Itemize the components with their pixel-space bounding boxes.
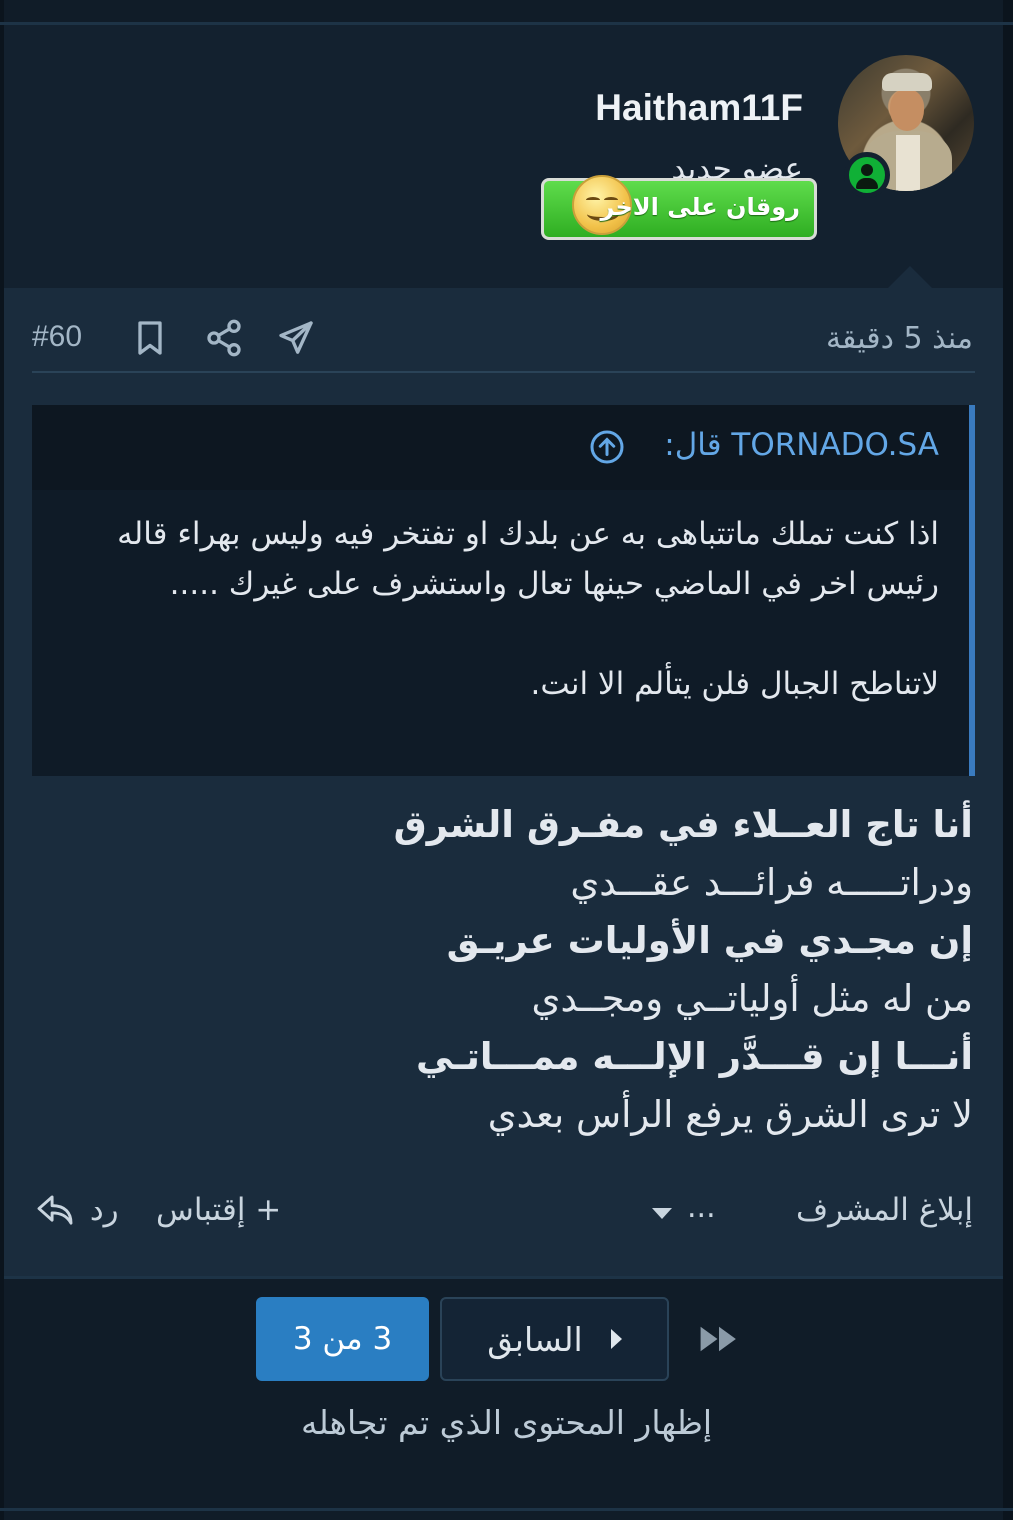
post-body: أنا تاج العــلاء في مفـرق الشرق ودراتـــ… xyxy=(34,796,973,1144)
post: منذ 5 دقيقة #60 TORNADO.SA قال: اذا كنت … xyxy=(4,288,1003,1278)
avatar-figure-shirt xyxy=(896,135,920,191)
jump-to-quote-icon[interactable] xyxy=(589,429,625,465)
post-header-divider xyxy=(32,371,975,373)
poem-line: أنا تاج العــلاء في مفـرق الشرق xyxy=(393,803,973,846)
previous-page-label: السابق xyxy=(487,1319,583,1359)
poem-line: ودراتـــــه فرائـــد عقـــدي xyxy=(570,861,973,904)
page-edge-right xyxy=(1003,0,1013,1520)
poem-line: أنـــا إن قـــدَّر الإلـــه ممـــاتـي xyxy=(415,1035,973,1078)
first-page-icon[interactable] xyxy=(696,1322,742,1356)
quoted-message: TORNADO.SA قال: اذا كنت تملك ماتتباهى به… xyxy=(32,405,975,776)
quote-paragraph: اذا كنت تملك ماتتباهى به عن بلدك او تفتخ… xyxy=(117,516,939,602)
poem-line: لا ترى الشرق يرفع الرأس بعدي xyxy=(487,1093,973,1136)
poem-line: من له مثل أولياتــي ومجــدي xyxy=(531,977,973,1020)
avatar-figure-hat xyxy=(882,73,932,91)
quote-button[interactable]: + إقتباس xyxy=(156,1192,281,1228)
reply-label: رد xyxy=(89,1192,119,1228)
quote-attribution[interactable]: TORNADO.SA قال: xyxy=(664,427,939,463)
quote-header: TORNADO.SA قال: xyxy=(32,405,969,490)
quote-paragraph: لاتناطح الجبال فلن يتألم الا انت. xyxy=(530,666,939,702)
reply-icon xyxy=(37,1195,73,1225)
chevron-down-icon[interactable] xyxy=(652,1208,672,1219)
post-number-link[interactable]: #60 xyxy=(32,320,82,354)
rank-badge-text: روقان على الاخر xyxy=(600,193,800,221)
reply-button[interactable]: رد xyxy=(36,1192,119,1228)
page-indicator-button[interactable]: 3 من 3 xyxy=(256,1297,429,1381)
post-bottom-divider xyxy=(4,1276,1003,1279)
avatar-figure-face xyxy=(890,89,924,131)
bookmark-icon[interactable] xyxy=(130,318,170,358)
rank-badge: روقان على الاخر xyxy=(541,175,817,240)
poem-line: إن مجـدي في الأوليات عريـق xyxy=(446,919,973,962)
previous-page-button[interactable]: السابق xyxy=(440,1297,669,1381)
bottom-divider xyxy=(0,1508,1013,1511)
online-status-icon xyxy=(844,152,890,198)
show-ignored-content-link[interactable]: إظهار المحتوى الذي تم تجاهله xyxy=(0,1403,1013,1442)
quote-body: اذا كنت تملك ماتتباهى به عن بلدك او تفتخ… xyxy=(66,509,939,709)
share-icon[interactable] xyxy=(204,318,244,358)
send-icon[interactable] xyxy=(276,318,316,358)
more-options-button[interactable]: ... xyxy=(687,1190,716,1225)
author-pointer-caret xyxy=(888,266,932,288)
report-button[interactable]: إبلاغ المشرف xyxy=(796,1192,973,1228)
post-date[interactable]: منذ 5 دقيقة xyxy=(826,321,973,356)
post-author-header: Haitham11F عضو جديد روقان على الاخر xyxy=(4,25,1003,288)
username-link[interactable]: Haitham11F xyxy=(595,87,803,129)
chevron-right-icon xyxy=(610,1329,622,1349)
